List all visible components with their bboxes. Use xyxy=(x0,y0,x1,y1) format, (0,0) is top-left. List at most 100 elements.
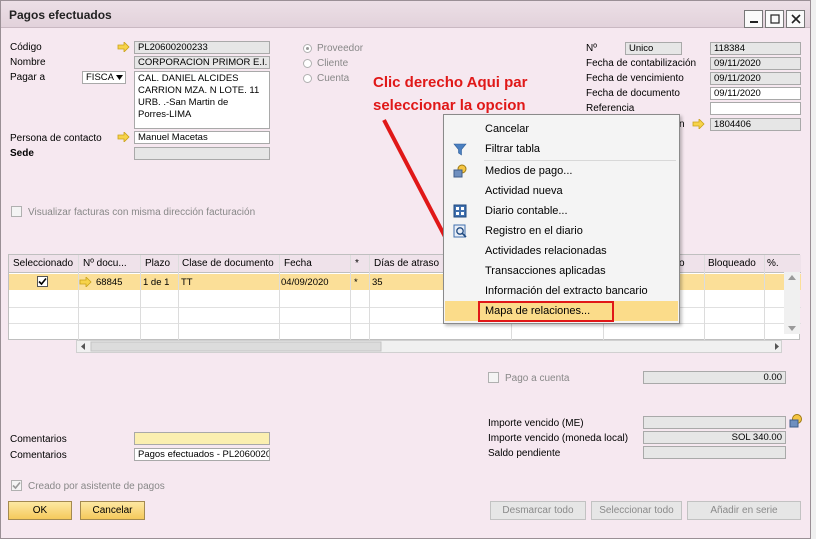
menu-item-label: Cancelar xyxy=(485,123,530,135)
menu-item-label: Filtrar tabla xyxy=(485,143,541,155)
importe-local-label: Importe vencido (moneda local) xyxy=(488,433,629,444)
coins-icon[interactable] xyxy=(788,413,803,428)
col-dias[interactable]: Días de atraso xyxy=(374,258,439,269)
radio-cuenta[interactable] xyxy=(303,74,312,83)
sede-field[interactable] xyxy=(134,147,270,160)
journal-icon xyxy=(453,204,467,218)
close-button[interactable] xyxy=(786,10,805,28)
sede-label: Sede xyxy=(10,148,34,159)
referencia-label: Referencia xyxy=(586,103,635,114)
pago-a-cuenta-checkbox[interactable] xyxy=(488,372,499,383)
col-no-doc[interactable]: Nº docu... xyxy=(83,258,127,269)
col-fecha[interactable]: Fecha xyxy=(284,258,312,269)
menu-item-extracto[interactable]: Información del extracto bancario xyxy=(445,281,678,301)
radio-cliente[interactable] xyxy=(303,59,312,68)
menu-item-label: Registro en el diario xyxy=(485,225,583,237)
row-divider xyxy=(9,323,801,324)
col-percent[interactable]: %. xyxy=(767,258,779,269)
menu-item-medios-pago[interactable]: Medios de pago... xyxy=(445,161,678,181)
table-row[interactable]: 68845 1 de 1 TT 04/09/2020 * 35 xyxy=(9,274,801,290)
col-divider xyxy=(279,255,280,341)
col-bloqueado[interactable]: Bloqueado xyxy=(708,258,756,269)
menu-item-cancelar[interactable]: Cancelar xyxy=(445,119,678,139)
saldo-label: Saldo pendiente xyxy=(488,448,561,459)
comentarios-field[interactable] xyxy=(134,432,270,445)
link-arrow-icon[interactable] xyxy=(79,277,92,287)
address-line: CAL. DANIEL ALCIDES xyxy=(138,73,239,84)
pago-a-cuenta-label: Pago a cuenta xyxy=(505,373,570,384)
fecha-venc-field[interactable]: 09/11/2020 xyxy=(710,72,801,85)
radio-proveedor[interactable] xyxy=(303,44,312,53)
menu-item-actividades-rel[interactable]: Actividades relacionadas xyxy=(445,241,678,261)
fecha-contab-field[interactable]: 09/11/2020 xyxy=(710,57,801,70)
scroll-track xyxy=(81,341,779,352)
no-label: Nº xyxy=(586,43,597,54)
col-divider xyxy=(369,255,370,341)
cell-dias: 35 xyxy=(372,277,383,288)
desmarcar-button[interactable]: Desmarcar todo xyxy=(490,501,586,520)
importe-me-label: Importe vencido (ME) xyxy=(488,418,584,429)
radio-cliente-label: Cliente xyxy=(317,58,349,69)
address-line: URB. .-San Martin de xyxy=(138,97,229,108)
visualizar-checkbox[interactable] xyxy=(11,206,22,217)
doc-number-field[interactable]: 118384 xyxy=(710,42,801,55)
visualizar-label: Visualizar facturas con misma dirección … xyxy=(28,207,256,218)
fecha-doc-label: Fecha de documento xyxy=(586,88,680,99)
cancelar-button[interactable]: Cancelar xyxy=(80,501,145,520)
importe-me-field[interactable] xyxy=(643,416,786,429)
address-field[interactable]: CAL. DANIEL ALCIDES CARRION MZA. N LOTE.… xyxy=(134,71,270,129)
link-arrow-icon[interactable] xyxy=(117,132,130,142)
referencia-field[interactable] xyxy=(710,102,801,115)
ok-button[interactable]: OK xyxy=(8,501,72,520)
series-field[interactable]: Unico xyxy=(625,42,682,55)
menu-item-transacciones[interactable]: Transacciones aplicadas xyxy=(445,261,678,281)
persona-label: Persona de contacto xyxy=(10,133,102,144)
fecha-doc-field[interactable]: 09/11/2020 xyxy=(710,87,801,100)
col-plazo[interactable]: Plazo xyxy=(145,258,170,269)
menu-item-label: Actividad nueva xyxy=(485,185,563,197)
comentarios-label: Comentarios xyxy=(10,434,67,445)
menu-item-actividad[interactable]: Actividad nueva xyxy=(445,181,678,201)
comentarios2-field[interactable]: Pagos efectuados - PL2060020 xyxy=(134,448,270,461)
link-arrow-icon[interactable] xyxy=(692,119,705,129)
nombre-field[interactable]: CORPORACION PRIMOR E.I. xyxy=(134,56,270,69)
transaccion-field[interactable]: 1804406 xyxy=(710,118,801,131)
cell-clase: TT xyxy=(181,277,193,288)
menu-item-label: Transacciones aplicadas xyxy=(485,265,606,277)
menu-item-diario-contable[interactable]: Diario contable... xyxy=(445,201,678,221)
fecha-contab-label: Fecha de contabilización xyxy=(586,58,697,69)
address-line: Porres-LIMA xyxy=(138,109,192,120)
pagar-a-select[interactable]: FISCA xyxy=(82,71,126,84)
anadir-button[interactable]: Añadir en serie xyxy=(687,501,801,520)
background-strip xyxy=(811,0,816,539)
importe-local-field[interactable]: SOL 340.00 xyxy=(643,431,786,444)
col-star[interactable]: * xyxy=(355,258,359,269)
comentarios2-label: Comentarios xyxy=(10,450,67,461)
cell-fecha: 04/09/2020 xyxy=(281,277,329,288)
context-menu: Cancelar Filtrar tabla Medios de pago...… xyxy=(443,114,680,324)
saldo-field[interactable] xyxy=(643,446,786,459)
horizontal-scrollbar[interactable] xyxy=(76,340,782,353)
menu-item-registro[interactable]: Registro en el diario xyxy=(445,221,678,241)
menu-item-label: Medios de pago... xyxy=(485,165,573,177)
maximize-button[interactable] xyxy=(765,10,784,28)
annotation-line: Clic derecho Aqui par xyxy=(373,74,528,91)
link-arrow-icon[interactable] xyxy=(117,42,130,52)
radio-cuenta-label: Cuenta xyxy=(317,73,350,84)
seleccionar-button[interactable]: Seleccionar todo xyxy=(591,501,682,520)
col-clase[interactable]: Clase de documento xyxy=(182,258,274,269)
radio-proveedor-label: Proveedor xyxy=(317,43,364,54)
row-checkbox[interactable] xyxy=(37,276,48,287)
minimize-button[interactable] xyxy=(744,10,763,28)
window-title: Pagos efectuados xyxy=(9,8,112,22)
pago-a-cuenta-field[interactable]: 0.00 xyxy=(643,371,786,384)
menu-item-label: Diario contable... xyxy=(485,205,568,217)
codigo-field[interactable]: PL20600200233 xyxy=(134,41,270,54)
title-bar: Pagos efectuados xyxy=(1,1,810,28)
col-divider xyxy=(140,255,141,341)
vertical-scrollbar[interactable] xyxy=(784,272,800,334)
col-seleccionado[interactable]: Seleccionado xyxy=(13,258,73,269)
cell-doc: 68845 xyxy=(96,277,123,288)
persona-field[interactable]: Manuel Macetas xyxy=(134,131,270,144)
menu-item-filtrar[interactable]: Filtrar tabla xyxy=(445,139,678,159)
